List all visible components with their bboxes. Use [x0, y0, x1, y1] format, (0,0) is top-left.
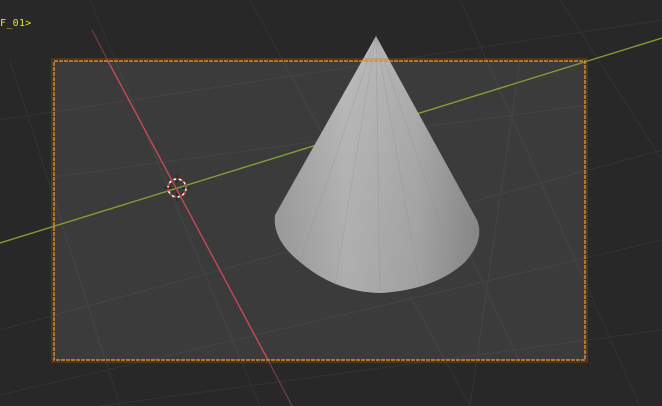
- 3d-viewport[interactable]: F_01>: [0, 0, 662, 406]
- object-name-label: F_01>: [0, 18, 32, 29]
- viewport-scene[interactable]: [0, 0, 662, 406]
